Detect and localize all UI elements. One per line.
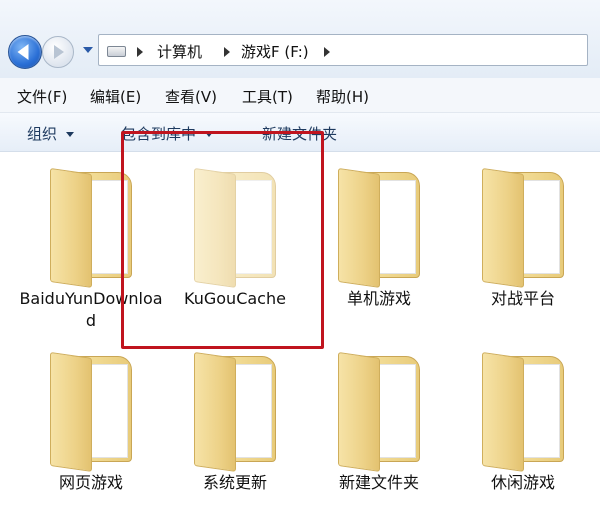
back-button[interactable] xyxy=(8,35,42,69)
menu-tools[interactable]: 工具(T) xyxy=(242,86,293,107)
folder-icon xyxy=(336,352,422,472)
folder-item[interactable]: 单机游戏 xyxy=(306,158,452,328)
highlight-annotation xyxy=(121,131,324,349)
folder-item[interactable]: 网页游戏 xyxy=(18,342,164,512)
folder-label: 新建文件夹 xyxy=(338,473,419,492)
drive-icon xyxy=(107,46,126,57)
navigation-bar: 计算机 游戏F (F:) xyxy=(0,0,600,78)
folder-item[interactable]: 休闲游戏 xyxy=(450,342,596,512)
folder-item[interactable]: 对战平台 xyxy=(450,158,596,328)
menu-bar: 文件(F) 编辑(E) 查看(V) 工具(T) 帮助(H) xyxy=(0,78,600,113)
organize-button[interactable]: 组织 xyxy=(27,123,75,144)
folder-icon xyxy=(336,168,422,288)
folder-icon xyxy=(480,352,566,472)
folder-label: 系统更新 xyxy=(202,473,267,492)
menu-view[interactable]: 查看(V) xyxy=(165,86,217,107)
chevron-down-icon xyxy=(66,132,75,137)
folder-item[interactable]: 新建文件夹 xyxy=(306,342,452,512)
menu-help[interactable]: 帮助(H) xyxy=(316,86,369,107)
back-arrow-icon xyxy=(17,44,29,60)
breadcrumb-separator-icon[interactable] xyxy=(224,47,230,57)
menu-edit[interactable]: 编辑(E) xyxy=(90,86,141,107)
folder-label: 对战平台 xyxy=(490,289,555,308)
breadcrumb-drive-f[interactable]: 游戏F (F:) xyxy=(241,41,309,62)
folder-label: 单机游戏 xyxy=(346,289,411,308)
breadcrumb-separator-icon[interactable] xyxy=(137,47,143,57)
forward-arrow-icon xyxy=(54,45,64,59)
folder-icon xyxy=(480,168,566,288)
recent-pages-dropdown-icon[interactable] xyxy=(83,47,93,53)
folder-icon xyxy=(192,352,278,472)
breadcrumb-separator-icon[interactable] xyxy=(324,47,330,57)
organize-label: 组织 xyxy=(27,125,58,143)
folder-label: 休闲游戏 xyxy=(490,473,555,492)
menu-file[interactable]: 文件(F) xyxy=(17,86,67,107)
breadcrumb-computer[interactable]: 计算机 xyxy=(157,41,202,62)
folder-label: 网页游戏 xyxy=(58,473,123,492)
folder-icon xyxy=(48,352,134,472)
folder-item[interactable]: 系统更新 xyxy=(162,342,308,512)
forward-button[interactable] xyxy=(42,36,74,68)
address-bar[interactable]: 计算机 游戏F (F:) xyxy=(98,34,588,66)
